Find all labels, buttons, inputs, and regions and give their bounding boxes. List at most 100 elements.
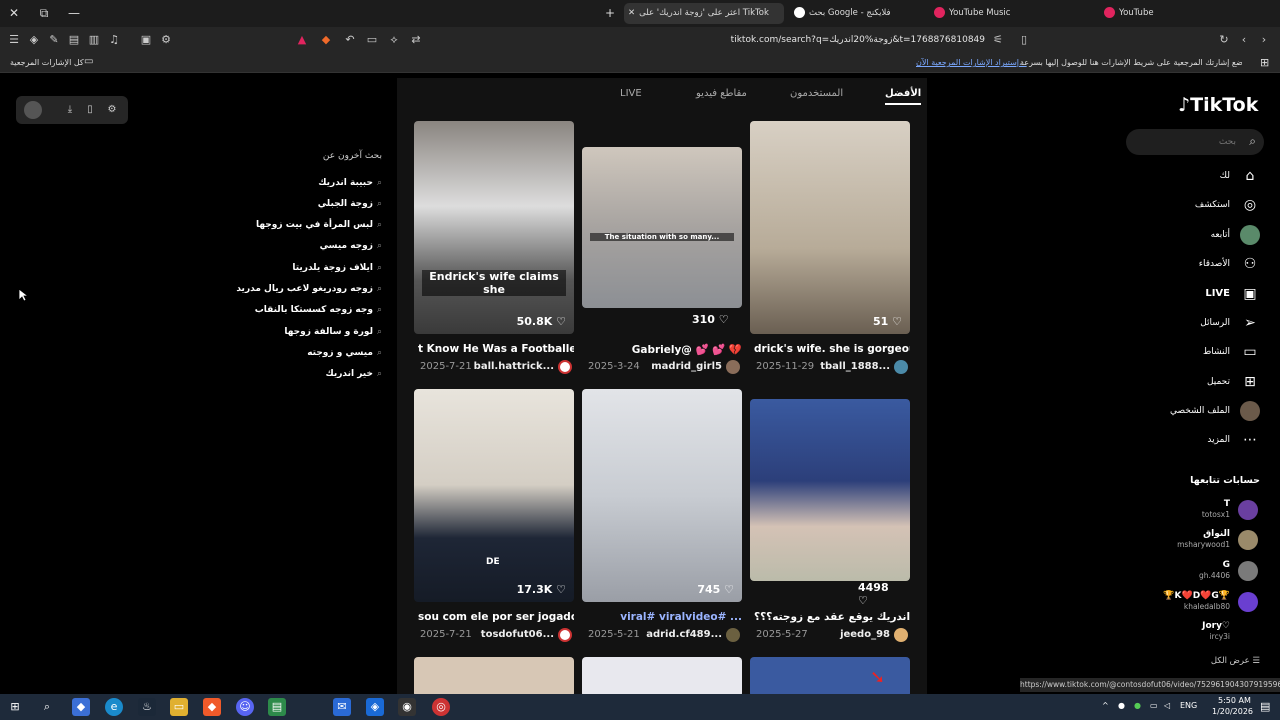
sidebar-item-explore[interactable]: ◎ استكشف [1120, 195, 1260, 215]
brave-icon[interactable]: ◆ [203, 698, 221, 716]
file-explorer-icon[interactable]: ▭ [170, 698, 188, 716]
video-thumbnail[interactable]: DE 17.3K ♡ [414, 389, 574, 602]
search-box[interactable]: ⌕ [1126, 129, 1264, 155]
sidebar-item-more[interactable]: ⋯ المزيد [1120, 430, 1260, 450]
related-search-item[interactable]: وجه زوجه كسستكا بالنقاب ⌕ [200, 302, 382, 318]
reload-icon[interactable]: ↻ [1216, 32, 1232, 48]
video-thumbnail[interactable] [582, 657, 742, 694]
search-icon[interactable]: ⌕ [38, 698, 56, 716]
followed-account[interactable]: T totosx1 [1120, 499, 1260, 523]
followed-account[interactable]: النواق msharywood1 [1120, 529, 1260, 553]
sidebar-item-messages[interactable]: ➢ الرسائل [1120, 313, 1260, 333]
related-search-item[interactable]: ايلاف زوجة يلدريتا ⌕ [200, 260, 382, 276]
shield-icon[interactable]: ◈ [26, 32, 42, 48]
store-icon[interactable]: ▤ [268, 698, 286, 716]
windows-start-icon[interactable]: ⊞ [6, 698, 24, 716]
video-thumbnail[interactable]: ➘ [750, 657, 910, 694]
new-tab-icon[interactable]: + [600, 4, 620, 22]
video-thumbnail[interactable] [414, 657, 574, 694]
video-username[interactable]: tball_1888... [820, 361, 890, 372]
video-caption[interactable]: sou com ele por ser jogador... [418, 611, 574, 623]
related-search-item[interactable]: لورة و سالفة زوجها ⌕ [200, 324, 382, 340]
clock-time[interactable]: 5:50 AM [1218, 696, 1251, 705]
music-icon[interactable]: ♫ [106, 32, 122, 48]
apps-grid-icon[interactable]: ⊞ [1260, 56, 1269, 69]
tab-youtube[interactable]: YouTube [1100, 3, 1270, 24]
video-caption[interactable]: t Know He Was a Footballer... [418, 343, 574, 355]
followed-account[interactable]: Jory♡ ircy3i [1120, 621, 1260, 645]
import-bookmarks-link[interactable]: إستيراد الإشارات المرجعية الآن... [916, 58, 1027, 67]
video-username[interactable]: madrid_girl5 [651, 361, 722, 372]
avatar[interactable] [894, 360, 908, 374]
sidebar-item-activity[interactable]: ▭ النشاط [1120, 342, 1260, 362]
brave-shield-icon[interactable]: ◆ [318, 32, 334, 48]
tab-google-search[interactable]: بحث Google - فلايكنج [790, 3, 940, 24]
chrome-icon[interactable]: ◎ [432, 698, 450, 716]
avatar[interactable] [558, 360, 572, 374]
site-settings-icon[interactable]: ⚟ [990, 32, 1006, 48]
tray-chevron-icon[interactable]: ^ [1102, 701, 1109, 710]
related-search-item[interactable]: خير اندريك ⌕ [200, 366, 382, 382]
close-window-icon[interactable]: ✕ [4, 4, 24, 22]
related-search-item[interactable]: ميسي و زوجته ⌕ [200, 345, 382, 361]
search-input[interactable] [1136, 134, 1236, 150]
language-indicator[interactable]: ENG [1180, 701, 1197, 710]
steam-icon[interactable]: ♨ [138, 698, 156, 716]
related-search-item[interactable]: زوجة الجبلي ⌕ [200, 196, 382, 212]
avatar[interactable] [894, 628, 908, 642]
tab-videos[interactable]: مقاطع فيديو [696, 88, 747, 99]
video-thumbnail[interactable]: 51 ♡ [750, 121, 910, 334]
app-icon[interactable]: ◈ [366, 698, 384, 716]
mic-icon[interactable]: ● [1118, 701, 1125, 710]
sidebar-item-for-you[interactable]: ⌂ لك [1120, 166, 1260, 186]
pen-icon[interactable]: ✎ [46, 32, 62, 48]
related-search-item[interactable]: زوجه رودريغو لاعب ريال مدريد ⌕ [200, 281, 382, 297]
sidebar-item-friends[interactable]: ⚇ الأصدقاء [1120, 254, 1260, 274]
avatar[interactable] [558, 628, 572, 642]
video-caption[interactable]: اندريك يوقع عقد مع زوجته؟؟؟ ... [754, 611, 910, 623]
translate-icon[interactable]: ⇄ [408, 32, 424, 48]
tab-users[interactable]: المستخدمون [790, 88, 843, 99]
video-username[interactable]: jeedo_98 [840, 629, 890, 640]
video-thumbnail[interactable]: Endrick's wife claims she 50.8K ♡ [414, 121, 574, 334]
screenshot-icon[interactable]: ▣ [138, 32, 154, 48]
all-bookmarks-link[interactable]: كل الإشارات المرجعية [10, 58, 84, 67]
network-icon[interactable]: ▭ [1150, 701, 1158, 710]
sidebar-item-live[interactable]: ▣ LIVE [1120, 284, 1260, 304]
related-search-item[interactable]: لبس المرأة في بيت زوجها ⌕ [200, 217, 382, 233]
sidebar-icon[interactable]: ▥ [86, 32, 102, 48]
notifications-icon[interactable]: ▤ [1260, 700, 1270, 713]
extension-red-icon[interactable]: ▲ [294, 32, 310, 48]
tab-tiktok-search[interactable]: ✕ اعثر على 'زوجة اندريك' على TikTok [624, 3, 784, 24]
edge-icon[interactable]: e [105, 698, 123, 716]
undo-icon[interactable]: ↶ [342, 32, 358, 48]
related-search-item[interactable]: حبيبة اندريك ⌕ [200, 175, 382, 191]
video-username[interactable]: tosdofut06... [481, 629, 554, 640]
close-tab-icon[interactable]: ✕ [628, 8, 635, 18]
video-caption[interactable]: drick's wife. she is gorgeous... [754, 343, 910, 355]
discord-icon[interactable]: ☺ [236, 698, 254, 716]
tab-youtube-music[interactable]: YouTube Music [930, 3, 1090, 24]
back-icon[interactable]: ‹ [1236, 32, 1252, 48]
menu-icon[interactable]: ☰ [6, 32, 22, 48]
note-icon[interactable]: ▤ [66, 32, 82, 48]
tab-live[interactable]: LIVE [620, 88, 642, 99]
copilot-icon[interactable]: ◆ [72, 698, 90, 716]
video-thumbnail[interactable]: The situation with so many... [582, 147, 742, 308]
tab-top[interactable]: الأفضل [885, 88, 922, 105]
video-thumbnail[interactable] [750, 399, 910, 581]
tab-actions-icon[interactable]: ⧉ [34, 4, 54, 22]
video-thumbnail[interactable]: 745 ♡ [582, 389, 742, 602]
sidebar-item-following[interactable]: أتابعه [1120, 225, 1260, 245]
epic-icon[interactable]: ◉ [398, 698, 416, 716]
avatar[interactable] [726, 628, 740, 642]
clock-date[interactable]: 1/20/2026 [1212, 707, 1253, 716]
sidebar-item-upload[interactable]: ⊞ تحميل [1120, 372, 1260, 392]
see-all-link[interactable]: عرض الكل ☰ [1140, 656, 1260, 666]
tiktok-logo[interactable]: ♪TikTok [1178, 94, 1258, 116]
share-icon[interactable]: ⟡ [386, 32, 402, 48]
followed-account[interactable]: 🏆K❤️D❤️G🏆 khaledalb80 [1120, 591, 1260, 615]
outlook-icon[interactable]: ✉ [333, 698, 351, 716]
sidebar-item-profile[interactable]: الملف الشخصي [1120, 401, 1260, 421]
extensions-icon[interactable]: ⚙ [158, 32, 174, 48]
